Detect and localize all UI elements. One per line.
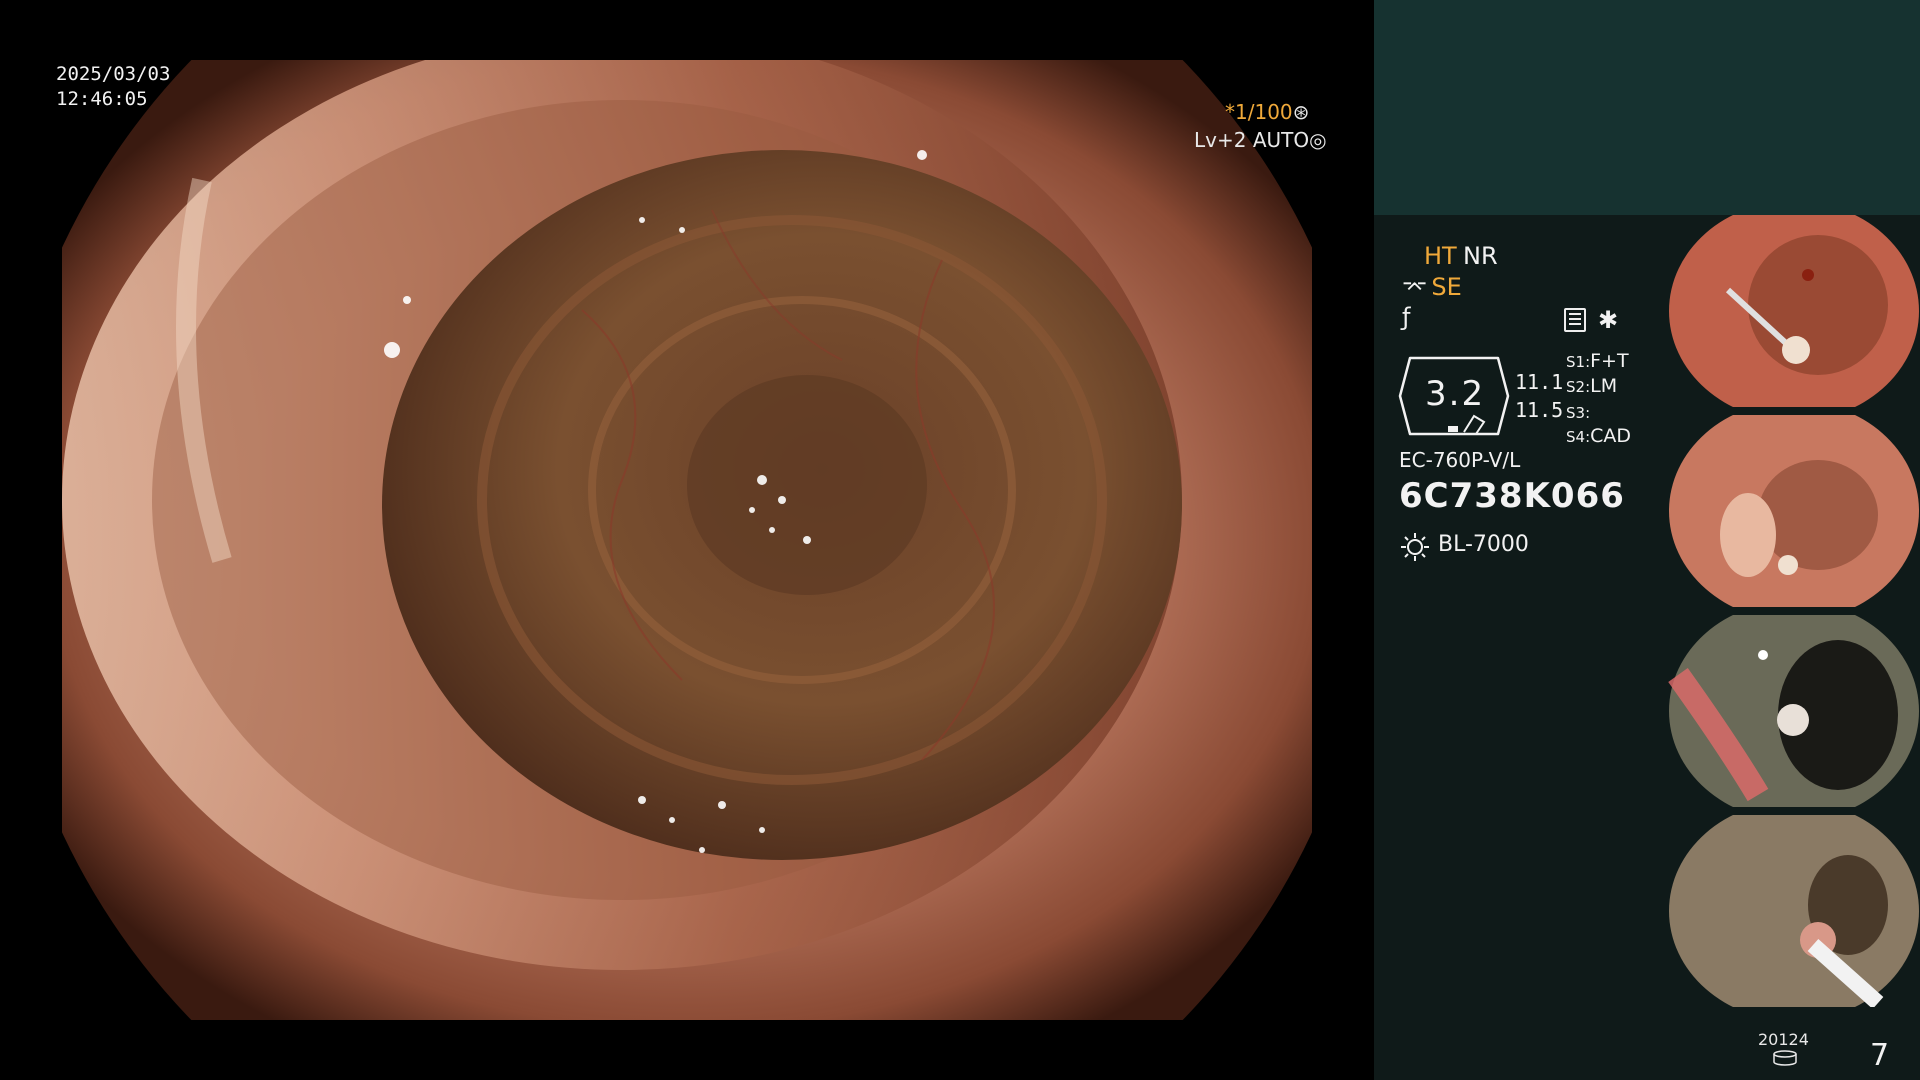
shutter-readout: *1/100⊛ xyxy=(1225,100,1309,124)
menu-icon xyxy=(1564,308,1586,332)
light-source: BL-7000 xyxy=(1438,532,1529,557)
auto-icon: ◎ xyxy=(1309,128,1327,152)
se-indicator: ⌤ SE xyxy=(1402,273,1462,301)
f-icon: ƒ xyxy=(1402,303,1411,331)
sun-icon xyxy=(1401,533,1429,561)
s2-value: LM xyxy=(1590,375,1618,397)
captured-thumbnail[interactable] xyxy=(1668,415,1920,607)
scope-model: EC-760P-V/L xyxy=(1399,448,1521,472)
captured-thumbnail[interactable] xyxy=(1668,615,1920,807)
s3-label: S3: xyxy=(1566,404,1591,422)
date-text: 2025/03/03 xyxy=(56,63,171,85)
zoom-value: 3.2 xyxy=(1425,374,1486,414)
database-icon xyxy=(1773,1050,1797,1066)
switch-s3: S3: xyxy=(1566,401,1590,423)
value-bottom: 11.5 xyxy=(1515,398,1564,422)
time-text: 12:46:05 xyxy=(56,88,148,110)
se-text: SE xyxy=(1431,273,1462,301)
s2-label: S2: xyxy=(1566,378,1591,396)
s1-value: F+T xyxy=(1590,350,1629,372)
s1-label: S1: xyxy=(1566,353,1591,371)
captured-thumbnail[interactable] xyxy=(1668,815,1920,1007)
level-readout: Lv+2 AUTO◎ xyxy=(1194,128,1327,152)
level-text: Lv+2 AUTO xyxy=(1194,128,1310,152)
nr-indicator: NR xyxy=(1463,242,1498,270)
value-top: 11.1 xyxy=(1515,370,1564,394)
shutter-icon: ⊛ xyxy=(1292,100,1310,124)
switch-s4: S4:CAD xyxy=(1566,425,1631,447)
datetime-readout: 2025/03/03 12:46:05 xyxy=(56,62,170,112)
scope-serial: 6C738K066 xyxy=(1399,476,1625,516)
star-icon: ✱ xyxy=(1598,306,1619,334)
image-count: 7 xyxy=(1870,1038,1890,1073)
endoscope-main-view xyxy=(62,60,1312,1020)
switch-s1: S1:F+T xyxy=(1566,350,1629,372)
settings-panel xyxy=(1374,215,1674,1080)
se-scope-icon: ⌤ xyxy=(1402,276,1428,301)
captured-thumbnail[interactable] xyxy=(1668,215,1920,407)
s4-value: CAD xyxy=(1590,425,1632,447)
switch-s2: S2:LM xyxy=(1566,375,1617,397)
counter-label: 20124 xyxy=(1758,1030,1809,1049)
shutter-text: *1/100 xyxy=(1225,100,1293,124)
ht-indicator: HT xyxy=(1424,242,1457,270)
panel-header-area xyxy=(1374,0,1920,215)
s4-label: S4: xyxy=(1566,428,1591,446)
